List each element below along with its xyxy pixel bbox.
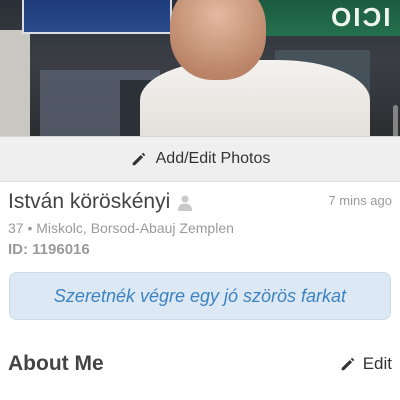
photo-person-head	[170, 0, 266, 80]
profile-header: István köröskényi 7 mins ago 37 • Miskol…	[8, 190, 392, 258]
photo-sign-right: ICIO	[250, 0, 400, 36]
edit-label: Edit	[362, 354, 392, 373]
add-edit-photos-button[interactable]: Add/Edit Photos	[0, 136, 400, 182]
profile-location: 37 • Miskolc, Borsod-Abauj Zemplen	[8, 220, 234, 236]
photo-person-shirt	[140, 60, 370, 136]
add-edit-photos-label: Add/Edit Photos	[155, 150, 271, 167]
about-me-section-header: About Me Edit	[8, 352, 392, 376]
headline-text: Szeretnék végre egy jó szörös farkat	[53, 285, 347, 306]
edit-about-button[interactable]: Edit	[339, 354, 392, 374]
profile-name: István köröskényi	[8, 190, 171, 213]
photo-background-wall	[0, 30, 30, 136]
profile-photo[interactable]: ICIO	[0, 0, 400, 136]
photo-sign-left	[22, 0, 172, 34]
pencil-icon	[341, 357, 355, 371]
about-me-title: About Me	[8, 352, 104, 375]
pencil-icon	[132, 152, 145, 166]
last-active-time: 7 mins ago	[328, 193, 392, 208]
user-icon	[178, 195, 193, 211]
profile-id: ID: 1196016	[8, 241, 90, 258]
photo-sign-text: ICIO	[328, 2, 390, 32]
profile-headline[interactable]: Szeretnék végre egy jó szörös farkat	[9, 272, 391, 320]
